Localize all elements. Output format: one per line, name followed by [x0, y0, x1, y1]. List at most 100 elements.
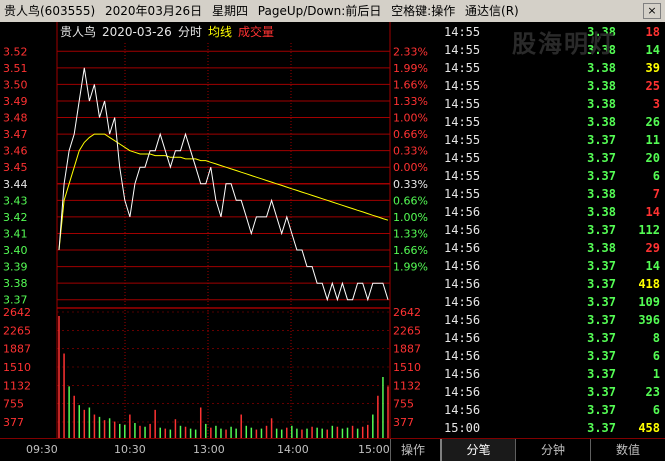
- tick-volume: 14: [645, 259, 660, 273]
- tick-row[interactable]: 14:55 3.38 39: [440, 59, 665, 77]
- pct-tick-label: 0.00%: [393, 161, 428, 174]
- tick-time: 14:56: [444, 349, 481, 363]
- pct-tick-label: 0.66%: [393, 128, 428, 141]
- tick-price: 3.37: [587, 223, 616, 237]
- price-tick-label: 3.44: [3, 178, 28, 191]
- chart-date: 2020-03-26: [102, 25, 172, 39]
- volume-tick-label: 1510: [3, 361, 31, 374]
- tick-row[interactable]: 14:56 3.37 396: [440, 311, 665, 329]
- intraday-chart[interactable]: 3.52 2.33% 3.51 1.99% 3.50 1.66% 3.49 1.33% 3.48…: [0, 22, 440, 438]
- volume-tick-label-right: 1887: [393, 343, 421, 356]
- tab-operate[interactable]: 操作: [390, 439, 435, 461]
- pct-tick-label: 2.33%: [393, 45, 428, 58]
- tick-volume: 6: [652, 349, 660, 363]
- tick-time: 14:56: [444, 295, 481, 309]
- tick-time: 14:56: [444, 331, 481, 345]
- watermark: 股海明灯: [512, 30, 616, 58]
- tab-minutes[interactable]: 分钟: [515, 439, 590, 461]
- tick-volume: 6: [652, 169, 660, 183]
- pct-tick-label: 1.00%: [393, 112, 428, 125]
- tick-price: 3.38: [587, 205, 616, 219]
- time-label-1500: 15:00: [358, 443, 390, 456]
- tick-time: 14:56: [444, 367, 481, 381]
- volume-tick-label-right: 377: [393, 416, 414, 429]
- bottom-bar: 09:30 10:30 13:00 14:00 15:00 操作 分笔 分钟 数…: [0, 438, 665, 461]
- tick-volume: 1: [652, 367, 660, 381]
- tick-row[interactable]: 14:56 3.38 14: [440, 203, 665, 221]
- tick-row[interactable]: 14:56 3.37 23: [440, 383, 665, 401]
- volume-tick-label: 1887: [3, 343, 31, 356]
- tick-row[interactable]: 15:00 3.37 458: [440, 419, 665, 437]
- tick-price: 3.37: [587, 331, 616, 345]
- stock-title: 贵人鸟(603555): [4, 4, 96, 18]
- volume-tick-label-right: 755: [393, 398, 414, 411]
- tick-volume: 23: [645, 385, 660, 399]
- tick-volume: 20: [645, 151, 660, 165]
- tick-volume: 3: [652, 97, 660, 111]
- tick-row[interactable]: 14:55 3.38 7: [440, 185, 665, 203]
- app-name: 通达信(R): [465, 4, 519, 18]
- tick-row[interactable]: 14:55 3.37 11: [440, 131, 665, 149]
- tick-row[interactable]: 14:56 3.37 6: [440, 401, 665, 419]
- tick-price: 3.37: [587, 349, 616, 363]
- tick-row[interactable]: 14:56 3.37 6: [440, 347, 665, 365]
- tick-price: 3.38: [587, 97, 616, 111]
- price-tick-label: 3.49: [3, 95, 28, 108]
- tab-values[interactable]: 数值: [590, 439, 665, 461]
- tick-row[interactable]: 14:56 3.37 418: [440, 275, 665, 293]
- tick-price: 3.38: [587, 241, 616, 255]
- tick-price: 3.37: [587, 277, 616, 291]
- tick-row[interactable]: 14:55 3.37 6: [440, 167, 665, 185]
- tick-volume: 11: [645, 133, 660, 147]
- tick-volume: 7: [652, 187, 660, 201]
- pct-tick-label: 1.66%: [393, 78, 428, 91]
- tick-time: 14:56: [444, 259, 481, 273]
- tick-row[interactable]: 14:56 3.37 1: [440, 365, 665, 383]
- price-tick-label: 3.51: [3, 62, 28, 75]
- tick-volume: 458: [638, 421, 660, 435]
- average-price-line: [58, 133, 389, 251]
- tick-volume: 112: [638, 223, 660, 237]
- time-label-0930: 09:30: [26, 443, 58, 456]
- tick-time: 14:56: [444, 403, 481, 417]
- tick-row[interactable]: 14:56 3.37 8: [440, 329, 665, 347]
- volume-tick-label: 377: [3, 416, 24, 429]
- tick-time: 14:55: [444, 43, 481, 57]
- pct-tick-label: 1.33%: [393, 95, 428, 108]
- tab-ticks[interactable]: 分笔: [440, 439, 515, 461]
- tick-row[interactable]: 14:55 3.38 25: [440, 77, 665, 95]
- tick-price: 3.38: [587, 79, 616, 93]
- tick-volume: 26: [645, 115, 660, 129]
- volume-tick-label-right: 2265: [393, 324, 421, 337]
- tick-volume: 396: [638, 313, 660, 327]
- tick-row[interactable]: 14:56 3.38 29: [440, 239, 665, 257]
- pct-tick-label: 1.33%: [393, 227, 428, 240]
- title-bar: 贵人鸟(603555) 2020年03月26日 星期四 PageUp/Down:…: [0, 0, 665, 22]
- tick-row[interactable]: 14:55 3.38 3: [440, 95, 665, 113]
- tick-price: 3.37: [587, 313, 616, 327]
- price-tick-label: 3.37: [3, 294, 28, 307]
- price-tick-label: 3.42: [3, 211, 28, 224]
- close-button[interactable]: ×: [643, 3, 661, 19]
- avg-line-label: 均线: [208, 25, 232, 39]
- tick-time: 14:56: [444, 277, 481, 291]
- price-tick-label: 3.50: [3, 78, 28, 91]
- price-tick-label: 3.41: [3, 227, 28, 240]
- tick-row[interactable]: 14:55 3.37 20: [440, 149, 665, 167]
- tick-row[interactable]: 14:56 3.37 112: [440, 221, 665, 239]
- tick-time: 14:55: [444, 187, 481, 201]
- chart-mode: 分时: [178, 25, 202, 39]
- price-tick-label: 3.38: [3, 277, 28, 290]
- tick-volume: 25: [645, 79, 660, 93]
- tick-list[interactable]: 14:55 3.38 18 14:55 3.38 14 14:55 3.38 39 14:55 3.…: [440, 22, 665, 438]
- tick-volume: 14: [645, 43, 660, 57]
- volume-tick-label: 2265: [3, 324, 31, 337]
- price-tick-label: 3.48: [3, 112, 28, 125]
- volume-label: 成交量: [238, 24, 274, 39]
- tick-time: 14:55: [444, 61, 481, 75]
- tick-row[interactable]: 14:56 3.37 14: [440, 257, 665, 275]
- tick-time: 14:55: [444, 133, 481, 147]
- time-label-1300: 13:00: [193, 443, 225, 456]
- tick-row[interactable]: 14:55 3.38 26: [440, 113, 665, 131]
- tick-row[interactable]: 14:56 3.37 109: [440, 293, 665, 311]
